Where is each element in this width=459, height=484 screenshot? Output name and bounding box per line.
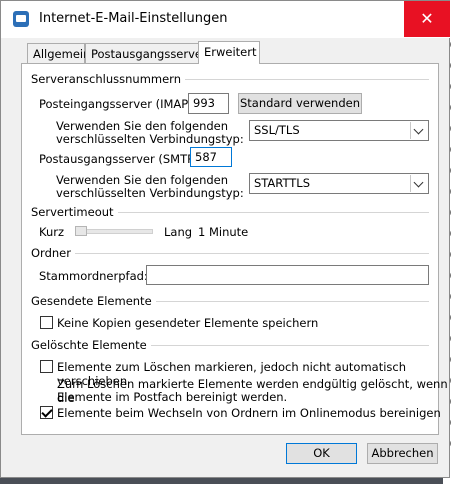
outgoing-encryption-value: STARTTLS [254, 176, 311, 190]
close-icon: ✕ [420, 9, 434, 28]
incoming-encryption-label-line2: verschlüsselten Verbindungstyp: [56, 132, 244, 146]
section-heading-ports: Serveranschlussnummern [31, 72, 185, 86]
section-heading-timeout: Servertimeout [31, 205, 118, 219]
section-divider [31, 253, 429, 254]
outgoing-encryption-select[interactable]: STARTTLS [249, 173, 429, 194]
root-folder-label: Stammordnerpfad: [39, 269, 148, 283]
section-heading-deleted: Gelöschte Elemente [31, 338, 151, 352]
timeout-value-label: 1 Minute [198, 225, 249, 239]
chevron-down-icon [410, 175, 427, 192]
outgoing-encryption-label-line1: Verwenden Sie den folgenden [56, 173, 229, 187]
ok-button[interactable]: OK [286, 443, 357, 464]
root-folder-input[interactable] [146, 265, 429, 285]
outlook-app-icon [13, 11, 29, 27]
incoming-encryption-value: SSL/TLS [254, 123, 300, 137]
deletion-note-line2: Elemente im Postfach bereinigt werden. [57, 390, 288, 404]
chevron-down-icon [410, 122, 427, 139]
incoming-encryption-select[interactable]: SSL/TLS [249, 120, 429, 141]
incoming-port-input[interactable]: 993 [188, 93, 229, 114]
section-heading-folders: Ordner [31, 246, 75, 260]
timeout-short-label: Kurz [39, 225, 65, 239]
tab-allgemein[interactable]: Allgemein [27, 43, 90, 63]
outgoing-port-input[interactable]: 587 [190, 147, 232, 167]
no-copies-checkbox[interactable] [40, 316, 53, 329]
incoming-port-label: Posteingangsserver (IMAP): [39, 97, 197, 111]
tab-label: Allgemein [33, 47, 91, 61]
timeout-long-label: Lang [164, 225, 193, 239]
close-button[interactable]: ✕ [404, 1, 450, 37]
timeout-slider-thumb[interactable] [75, 226, 87, 236]
section-heading-sent: Gesendete Elemente [31, 294, 156, 308]
dialog-window: Internet-E-Mail-Einstellungen ✕ Allgemei… [0, 0, 451, 478]
tab-label: Postausgangsserver [91, 47, 207, 61]
mark-for-deletion-checkbox[interactable] [40, 360, 53, 373]
outgoing-port-label: Postausgangsserver (SMTP): [39, 152, 203, 166]
no-copies-label: Keine Kopien gesendeter Elemente speiche… [57, 316, 319, 330]
default-ports-button[interactable]: Standard verwenden [238, 93, 362, 114]
window-title: Internet-E-Mail-Einstellungen [39, 11, 228, 26]
cancel-button[interactable]: Abbrechen [367, 443, 438, 464]
title-bar: Internet-E-Mail-Einstellungen ✕ [1, 1, 451, 38]
tab-postausgangsserver[interactable]: Postausgangsserver [85, 43, 207, 63]
tab-label: Erweitert [204, 45, 257, 59]
tab-erweitert[interactable]: Erweitert [198, 41, 260, 64]
incoming-encryption-label-line1: Verwenden Sie den folgenden [56, 119, 229, 133]
outgoing-encryption-label-line2: verschlüsselten Verbindungstyp: [56, 186, 244, 200]
purge-on-switch-checkbox[interactable] [40, 406, 53, 419]
purge-on-switch-label: Elemente beim Wechseln von Ordnern im On… [57, 406, 441, 420]
checkmark-icon [41, 406, 53, 418]
